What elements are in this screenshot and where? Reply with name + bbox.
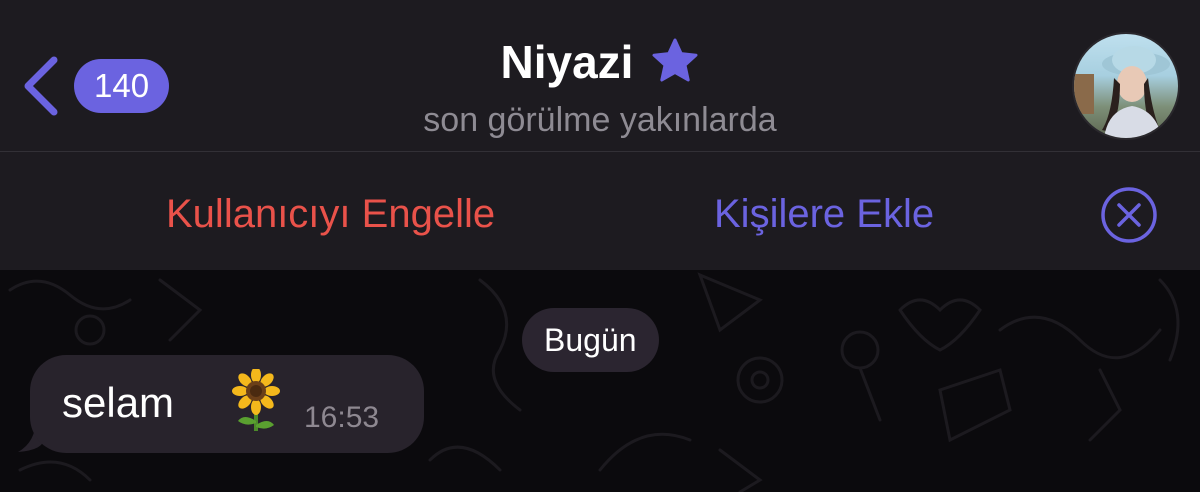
chat-title: Niyazi [500, 36, 634, 88]
date-separator: Bugün [522, 308, 659, 372]
chat-background: Bugün selam 16:53 [0, 270, 1200, 492]
last-seen-status: son görülme yakınlarda [423, 101, 777, 139]
star-icon [651, 37, 699, 88]
add-to-contacts-button[interactable]: Kişilere Ekle [714, 190, 934, 238]
chat-title-block[interactable]: Niyazi son görülme yakınlarda [0, 34, 1200, 142]
message-text: selam [62, 379, 175, 426]
message-time: 16:53 [304, 401, 380, 434]
avatar[interactable] [1072, 32, 1180, 140]
close-action-bar-button[interactable] [1100, 186, 1158, 249]
sunflower-icon [228, 367, 284, 438]
unknown-contact-action-bar: Kullanıcıyı Engelle Kişilere Ekle [0, 152, 1200, 270]
chat-header: 140 Niyazi son görülme yakınlarda [0, 0, 1200, 152]
message-bubble[interactable]: selam 16:53 [30, 355, 424, 453]
circle-x-icon [1100, 187, 1158, 248]
block-user-button[interactable]: Kullanıcıyı Engelle [166, 190, 495, 238]
